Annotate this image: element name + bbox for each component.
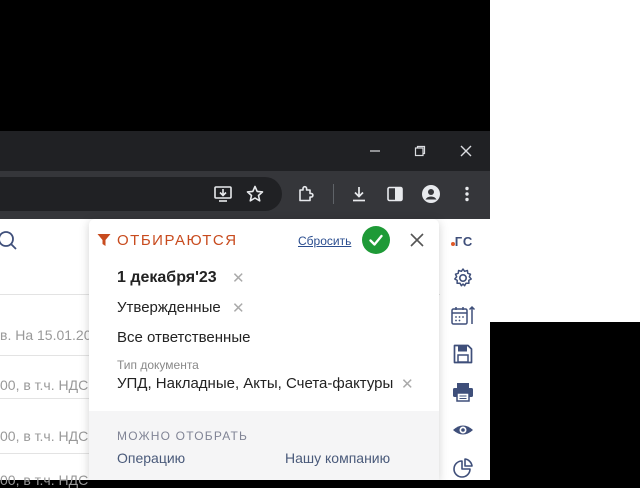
- panel-title: ОТБИРАЮТСЯ: [117, 232, 238, 249]
- install-app-icon[interactable]: [209, 180, 237, 208]
- download-icon[interactable]: [345, 180, 373, 208]
- bookmark-star-icon[interactable]: [241, 180, 269, 208]
- minimize-icon[interactable]: [355, 131, 395, 171]
- close-panel-button[interactable]: [407, 230, 427, 250]
- remove-date-filter-icon[interactable]: ✕: [232, 269, 245, 287]
- table-row[interactable]: 00, в т.ч. НДС: [0, 377, 88, 393]
- selected-date-filter[interactable]: 1 декабря'23: [117, 269, 217, 287]
- pie-chart-icon[interactable]: [450, 455, 476, 481]
- selected-doc-type-filter[interactable]: УПД, Накладные, Акты, Счета-фактуры: [117, 375, 393, 392]
- settings-icon[interactable]: [450, 265, 476, 291]
- remove-status-filter-icon[interactable]: ✕: [232, 299, 245, 317]
- filter-funnel-icon: [97, 233, 111, 247]
- checkmark-icon: [369, 234, 383, 246]
- filter-option-operation[interactable]: Операцию: [117, 450, 185, 466]
- extensions-icon[interactable]: [292, 180, 320, 208]
- available-filters-section: [89, 411, 439, 480]
- close-icon: [410, 233, 424, 247]
- app-logo[interactable]: ГС: [450, 228, 478, 254]
- filter-option-our-company[interactable]: Нашу компанию: [285, 450, 390, 466]
- more-menu-icon[interactable]: [453, 180, 481, 208]
- remove-doc-type-filter-icon[interactable]: ✕: [401, 375, 414, 393]
- view-icon[interactable]: [450, 417, 476, 443]
- doc-type-label: Тип документа: [117, 358, 199, 372]
- reset-link[interactable]: Сбросить: [298, 234, 351, 248]
- profile-icon[interactable]: [417, 180, 445, 208]
- toolbar-divider: [333, 184, 334, 204]
- row-divider: [0, 398, 90, 399]
- background-region: [490, 0, 640, 322]
- selected-status-filter[interactable]: Утвержденные: [117, 299, 221, 316]
- restore-icon[interactable]: [400, 131, 440, 171]
- side-panel-icon[interactable]: [381, 180, 409, 208]
- selected-responsible-filter[interactable]: Все ответственные: [117, 329, 250, 346]
- table-row[interactable]: 00, в т.ч. НДС: [0, 428, 88, 444]
- row-divider: [0, 355, 90, 356]
- row-divider: [0, 453, 90, 454]
- logo-text: ГС: [454, 233, 474, 249]
- calendar-sort-icon[interactable]: [450, 303, 476, 329]
- logo-dot: [451, 242, 455, 246]
- available-filters-title: МОЖНО ОТОБРАТЬ: [117, 429, 249, 443]
- print-icon[interactable]: [450, 379, 476, 405]
- apply-button[interactable]: [362, 226, 390, 254]
- search-icon[interactable]: [0, 228, 22, 250]
- address-bar[interactable]: [0, 177, 282, 211]
- close-icon[interactable]: [446, 131, 486, 171]
- save-icon[interactable]: [450, 341, 476, 367]
- table-row[interactable]: в. На 15.01.20: [0, 327, 92, 343]
- table-row[interactable]: 00, в т.ч. НДС: [0, 472, 88, 488]
